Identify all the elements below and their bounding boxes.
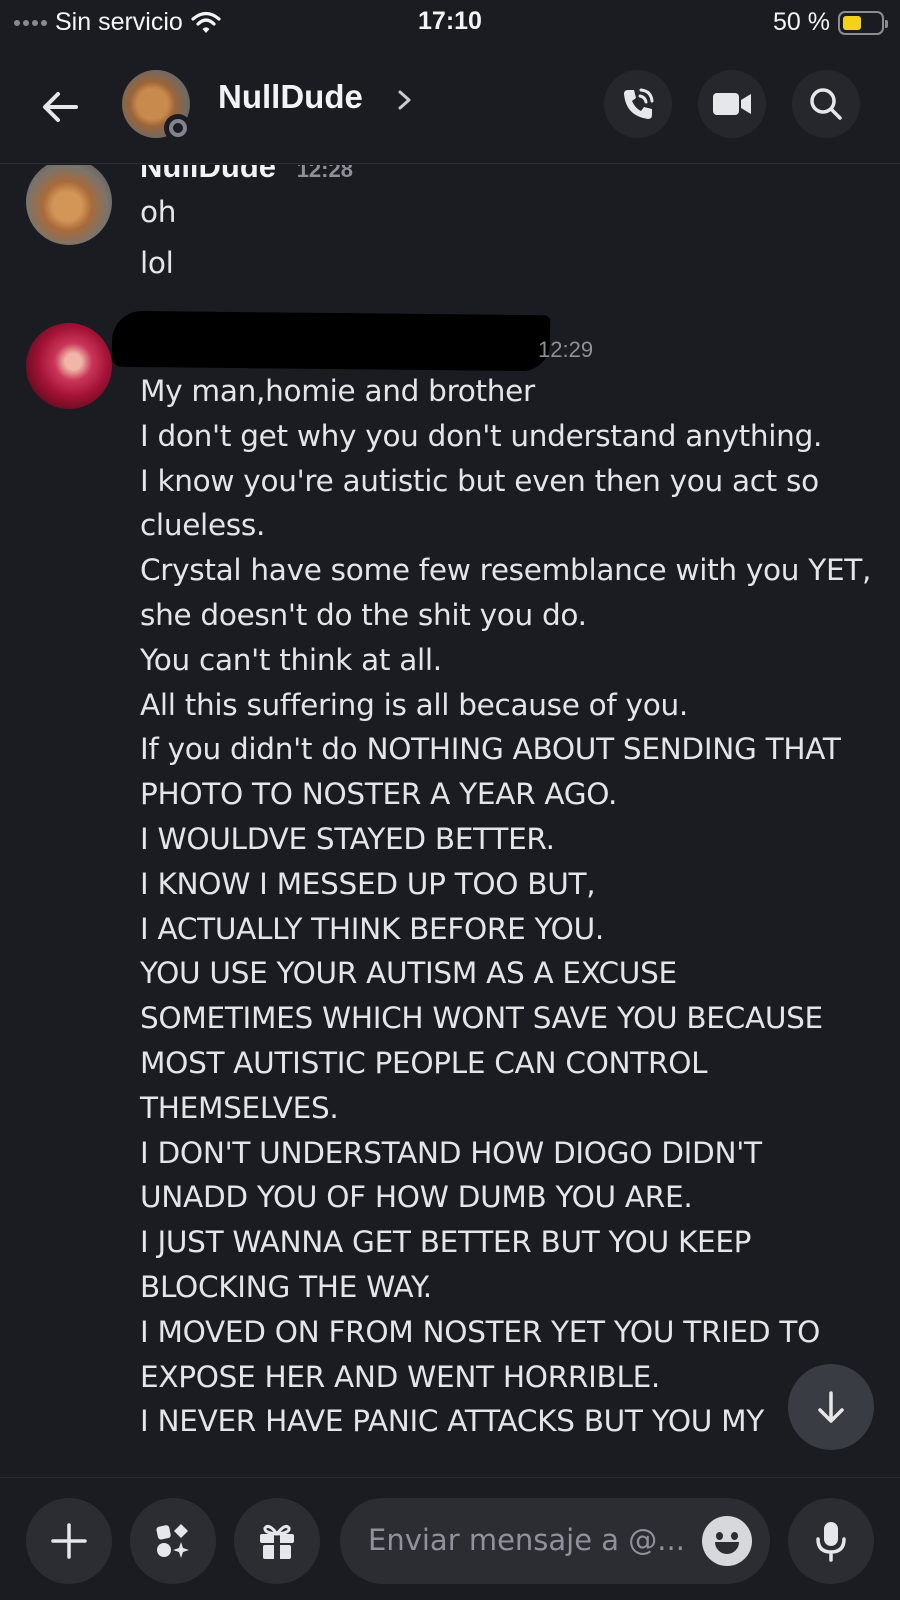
message-line: I WOULDVE STAYED BETTER. bbox=[140, 822, 555, 856]
gift-button[interactable] bbox=[234, 1498, 320, 1584]
message-line: My man,homie and brother bbox=[140, 374, 535, 408]
message-line: clueless. bbox=[140, 508, 266, 543]
video-call-button[interactable] bbox=[698, 70, 766, 138]
message-line: You can't think at all. bbox=[140, 642, 442, 677]
clock: 17:10 bbox=[418, 7, 482, 35]
redaction-mark bbox=[111, 310, 551, 372]
message-line: EXPOSE HER AND WENT HORRIBLE. bbox=[140, 1359, 660, 1394]
back-arrow-icon bbox=[43, 92, 78, 122]
battery-icon bbox=[838, 10, 888, 35]
message-line: If you didn't do NOTHING ABOUT SENDING T… bbox=[140, 732, 841, 767]
microphone-icon bbox=[816, 1522, 846, 1562]
page-title[interactable]: NullDude bbox=[218, 78, 363, 116]
message-line: UNADD YOU OF HOW DUMB YOU ARE. bbox=[140, 1180, 693, 1215]
message-line: Crystal have some few resemblance with y… bbox=[140, 553, 872, 588]
message-line: I ACTUALLY THINK BEFORE YOU. bbox=[140, 911, 604, 946]
plus-icon bbox=[51, 1523, 87, 1559]
message-line: THEMSELVES. bbox=[140, 1090, 339, 1125]
message-line: I don't get why you don't understand any… bbox=[140, 418, 823, 453]
message-timestamp: 12:28 bbox=[296, 165, 353, 182]
voice-message-button[interactable] bbox=[788, 1498, 874, 1584]
message-line: oh bbox=[140, 195, 177, 229]
chat-header: NullDude bbox=[0, 56, 900, 164]
message-line: I KNOW I MESSED UP TOO BUT, bbox=[140, 866, 596, 901]
avatar[interactable] bbox=[26, 323, 112, 409]
message-timestamp: 12:29 bbox=[538, 337, 594, 362]
emoji-icon[interactable] bbox=[702, 1516, 752, 1566]
message-line: I JUST WANNA GET BETTER BUT YOU KEEP bbox=[140, 1225, 752, 1260]
search-icon bbox=[810, 88, 842, 120]
message-line: I know you're autistic but even then you… bbox=[140, 463, 819, 498]
status-bar: Sin servicio 17:10 50 % bbox=[0, 0, 900, 48]
message-input-placeholder: Enviar mensaje a @... bbox=[368, 1523, 685, 1557]
apps-button[interactable] bbox=[130, 1498, 216, 1584]
add-attachment-button[interactable] bbox=[26, 1498, 112, 1584]
offline-status-icon bbox=[164, 114, 192, 142]
message-line: YOU USE YOUR AUTISM AS A EXCUSE bbox=[140, 956, 677, 991]
message-list[interactable]: NullDude 12:28 oh lol 12:29 My man,homie… bbox=[0, 165, 900, 1477]
gift-icon bbox=[260, 1525, 294, 1559]
message-line: SOMETIMES WHICH WONT SAVE YOU BECAUSE bbox=[140, 1001, 823, 1036]
arrow-down-icon bbox=[818, 1391, 844, 1423]
message-line: BLOCKING THE WAY. bbox=[140, 1270, 432, 1304]
message-line: All this suffering is all because of you… bbox=[140, 687, 688, 722]
apps-icon bbox=[156, 1524, 189, 1558]
voice-call-button[interactable] bbox=[604, 70, 672, 138]
message-author[interactable]: NullDude 12:28 bbox=[140, 165, 353, 185]
avatar[interactable] bbox=[26, 165, 112, 245]
message-line: lol bbox=[140, 246, 174, 280]
back-button[interactable] bbox=[36, 82, 86, 132]
message-input[interactable]: Enviar mensaje a @... bbox=[340, 1498, 770, 1584]
message-line: MOST AUTISTIC PEOPLE CAN CONTROL bbox=[140, 1046, 708, 1080]
message-line: I MOVED ON FROM NOSTER YET YOU TRIED TO bbox=[140, 1314, 821, 1349]
message-line: I DON'T UNDERSTAND HOW DIOGO DIDN'T bbox=[140, 1135, 762, 1170]
message-composer: Enviar mensaje a @... bbox=[0, 1477, 900, 1600]
message-line: I NEVER HAVE PANIC ATTACKS BUT YOU MY bbox=[140, 1404, 765, 1439]
search-button[interactable] bbox=[792, 70, 860, 138]
message-line: PHOTO TO NOSTER A YEAR AGO. bbox=[140, 777, 618, 812]
voice-call-icon bbox=[624, 88, 654, 119]
video-call-icon bbox=[713, 93, 751, 115]
scroll-to-bottom-button[interactable] bbox=[788, 1364, 874, 1450]
battery-percent: 50 % bbox=[773, 8, 830, 36]
message-line: she doesn't do the shit you do. bbox=[140, 598, 587, 632]
chevron-right-icon[interactable] bbox=[394, 84, 416, 116]
